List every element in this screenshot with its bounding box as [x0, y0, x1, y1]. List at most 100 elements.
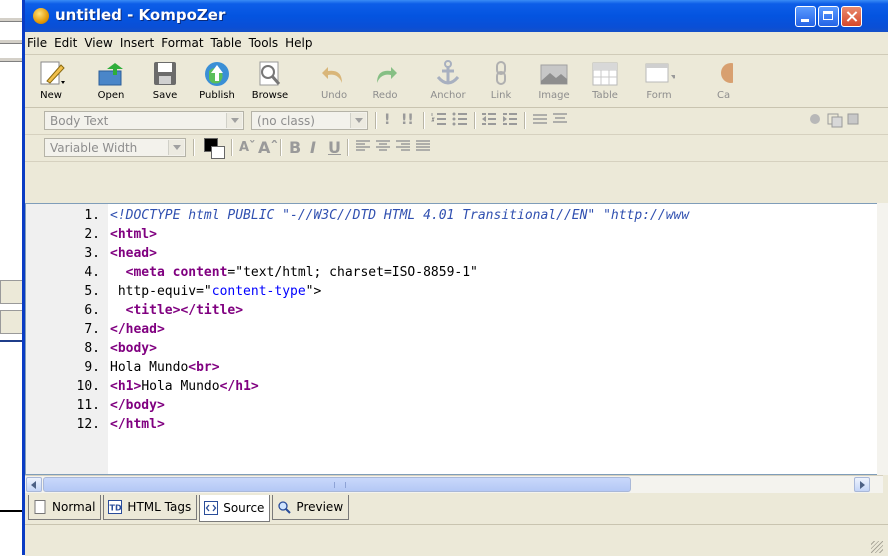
open-button[interactable]: Open — [85, 57, 137, 101]
source-line: 3. <head> — [26, 244, 157, 263]
composition-toolbar: New Open Save Publish Browse Undo Redo A… — [25, 55, 888, 108]
toolbar-separator — [347, 139, 349, 156]
larger-text-button[interactable]: Aˆ — [258, 138, 278, 157]
title-bar[interactable]: untitled - KompoZer — [25, 0, 888, 32]
maximize-icon[interactable] — [818, 6, 839, 27]
anchor-icon — [432, 59, 464, 89]
css-editor-icon[interactable] — [808, 111, 860, 130]
indent-icon[interactable] — [502, 111, 518, 130]
line-number: 5. — [84, 284, 100, 299]
menu-insert[interactable]: Insert — [120, 34, 161, 52]
numbered-list-icon[interactable] — [431, 111, 447, 130]
undo-button[interactable]: Undo — [308, 57, 360, 101]
chevron-down-icon — [350, 113, 366, 128]
paragraph-style-select[interactable]: Body Text — [44, 111, 244, 130]
tab-preview[interactable]: Preview — [272, 495, 350, 520]
align-right-icon[interactable] — [395, 138, 411, 157]
italic-button[interactable]: I — [310, 138, 316, 157]
align-left-icon[interactable] — [355, 138, 371, 157]
tab-normal[interactable]: Normal — [28, 495, 102, 520]
anchor-button[interactable]: Anchor — [422, 57, 474, 101]
background-window-edge — [0, 18, 22, 22]
line-code: Hola Mundo<br> — [110, 360, 220, 375]
redo-icon — [369, 59, 401, 89]
publish-button[interactable]: Publish — [191, 57, 243, 101]
scroll-left-icon[interactable] — [26, 477, 42, 492]
emphasis-button[interactable]: ! — [384, 111, 390, 130]
line-number: 11. — [76, 398, 100, 413]
menu-format[interactable]: Format — [161, 34, 210, 52]
save-button[interactable]: Save — [139, 57, 191, 101]
menu-view[interactable]: View — [84, 34, 119, 52]
form-icon — [643, 59, 677, 89]
line-code: <h1>Hola Mundo</h1> — [110, 379, 259, 394]
line-code: <html> — [110, 227, 157, 242]
toolbar-separator — [524, 112, 526, 129]
menu-file[interactable]: File — [27, 34, 54, 52]
image-icon — [538, 59, 570, 89]
source-line: 10. <h1>Hola Mundo</h1> — [26, 377, 259, 396]
scroll-right-icon[interactable] — [854, 477, 870, 492]
smaller-text-button[interactable]: Aˇ — [239, 138, 256, 157]
save-icon — [149, 59, 181, 89]
source-icon — [204, 501, 219, 515]
menu-help[interactable]: Help — [285, 34, 319, 52]
horizontal-scrollbar[interactable] — [25, 475, 883, 493]
toolbar-separator — [280, 139, 282, 156]
source-line: 8. <body> — [26, 339, 157, 358]
publish-icon — [201, 59, 233, 89]
line-code: <head> — [110, 246, 157, 261]
browse-button[interactable]: Browse — [244, 57, 296, 101]
bold-button[interactable]: B — [289, 138, 301, 157]
css-button[interactable]: Ca — [695, 57, 741, 101]
menu-edit[interactable]: Edit — [54, 34, 84, 52]
align-menu-icon[interactable] — [552, 111, 568, 130]
tab-html-tags[interactable]: TD HTML Tags — [103, 495, 198, 520]
bullet-list-icon[interactable] — [452, 111, 468, 130]
source-editor[interactable]: 1. <!DOCTYPE html PUBLIC "-//W3C//DTD HTM… — [25, 203, 883, 475]
strong-emphasis-button[interactable]: !! — [401, 111, 414, 130]
new-icon — [35, 59, 67, 89]
justify-icon[interactable] — [415, 138, 431, 157]
source-line: 1. <!DOCTYPE html PUBLIC "-//W3C//DTD HTM… — [26, 206, 689, 225]
toolbar-separator — [474, 112, 476, 129]
chevron-down-icon — [226, 113, 242, 128]
link-button[interactable]: Link — [475, 57, 527, 101]
line-code: </head> — [110, 322, 165, 337]
background-panel — [0, 310, 24, 334]
form-button[interactable]: Form — [633, 57, 685, 101]
toolbar-separator — [231, 139, 233, 156]
menu-tools[interactable]: Tools — [249, 34, 286, 52]
image-button[interactable]: Image — [528, 57, 580, 101]
font-select[interactable]: Variable Width — [44, 138, 186, 157]
close-icon[interactable] — [841, 6, 862, 27]
browse-icon — [254, 59, 286, 89]
redo-button[interactable]: Redo — [359, 57, 411, 101]
line-number: 2. — [84, 227, 100, 242]
line-number: 12. — [76, 417, 100, 432]
align-center-icon[interactable] — [375, 138, 391, 157]
new-button[interactable]: New — [25, 57, 77, 101]
horizontal-rule-icon[interactable] — [532, 111, 548, 130]
line-code: <title></title> — [125, 303, 244, 318]
toolbar-separator — [423, 112, 425, 129]
source-line: 9. Hola Mundo<br> — [26, 358, 219, 377]
source-line: 7. </head> — [26, 320, 164, 339]
menu-table[interactable]: Table — [211, 34, 249, 52]
outdent-icon[interactable] — [481, 111, 497, 130]
minimize-icon[interactable] — [795, 6, 816, 27]
scrollbar-thumb[interactable] — [43, 477, 631, 492]
table-icon — [589, 59, 621, 89]
edit-mode-tabs: Normal TD HTML Tags Source Preview — [28, 495, 351, 522]
kompozer-app-icon — [33, 8, 49, 24]
vertical-scrollbar[interactable] — [877, 203, 888, 475]
class-select[interactable]: (no class) — [251, 111, 368, 130]
underline-button[interactable]: U — [328, 138, 341, 157]
resize-grip-icon[interactable] — [871, 541, 883, 553]
menu-bar: File Edit View Insert Format Table Tools… — [25, 32, 888, 55]
text-color-picker[interactable] — [202, 138, 228, 159]
table-button[interactable]: Table — [579, 57, 631, 101]
line-code: <meta content="text/html; charset=ISO-88… — [125, 265, 478, 280]
background-window-edge — [0, 58, 22, 62]
tab-source[interactable]: Source — [199, 495, 271, 522]
